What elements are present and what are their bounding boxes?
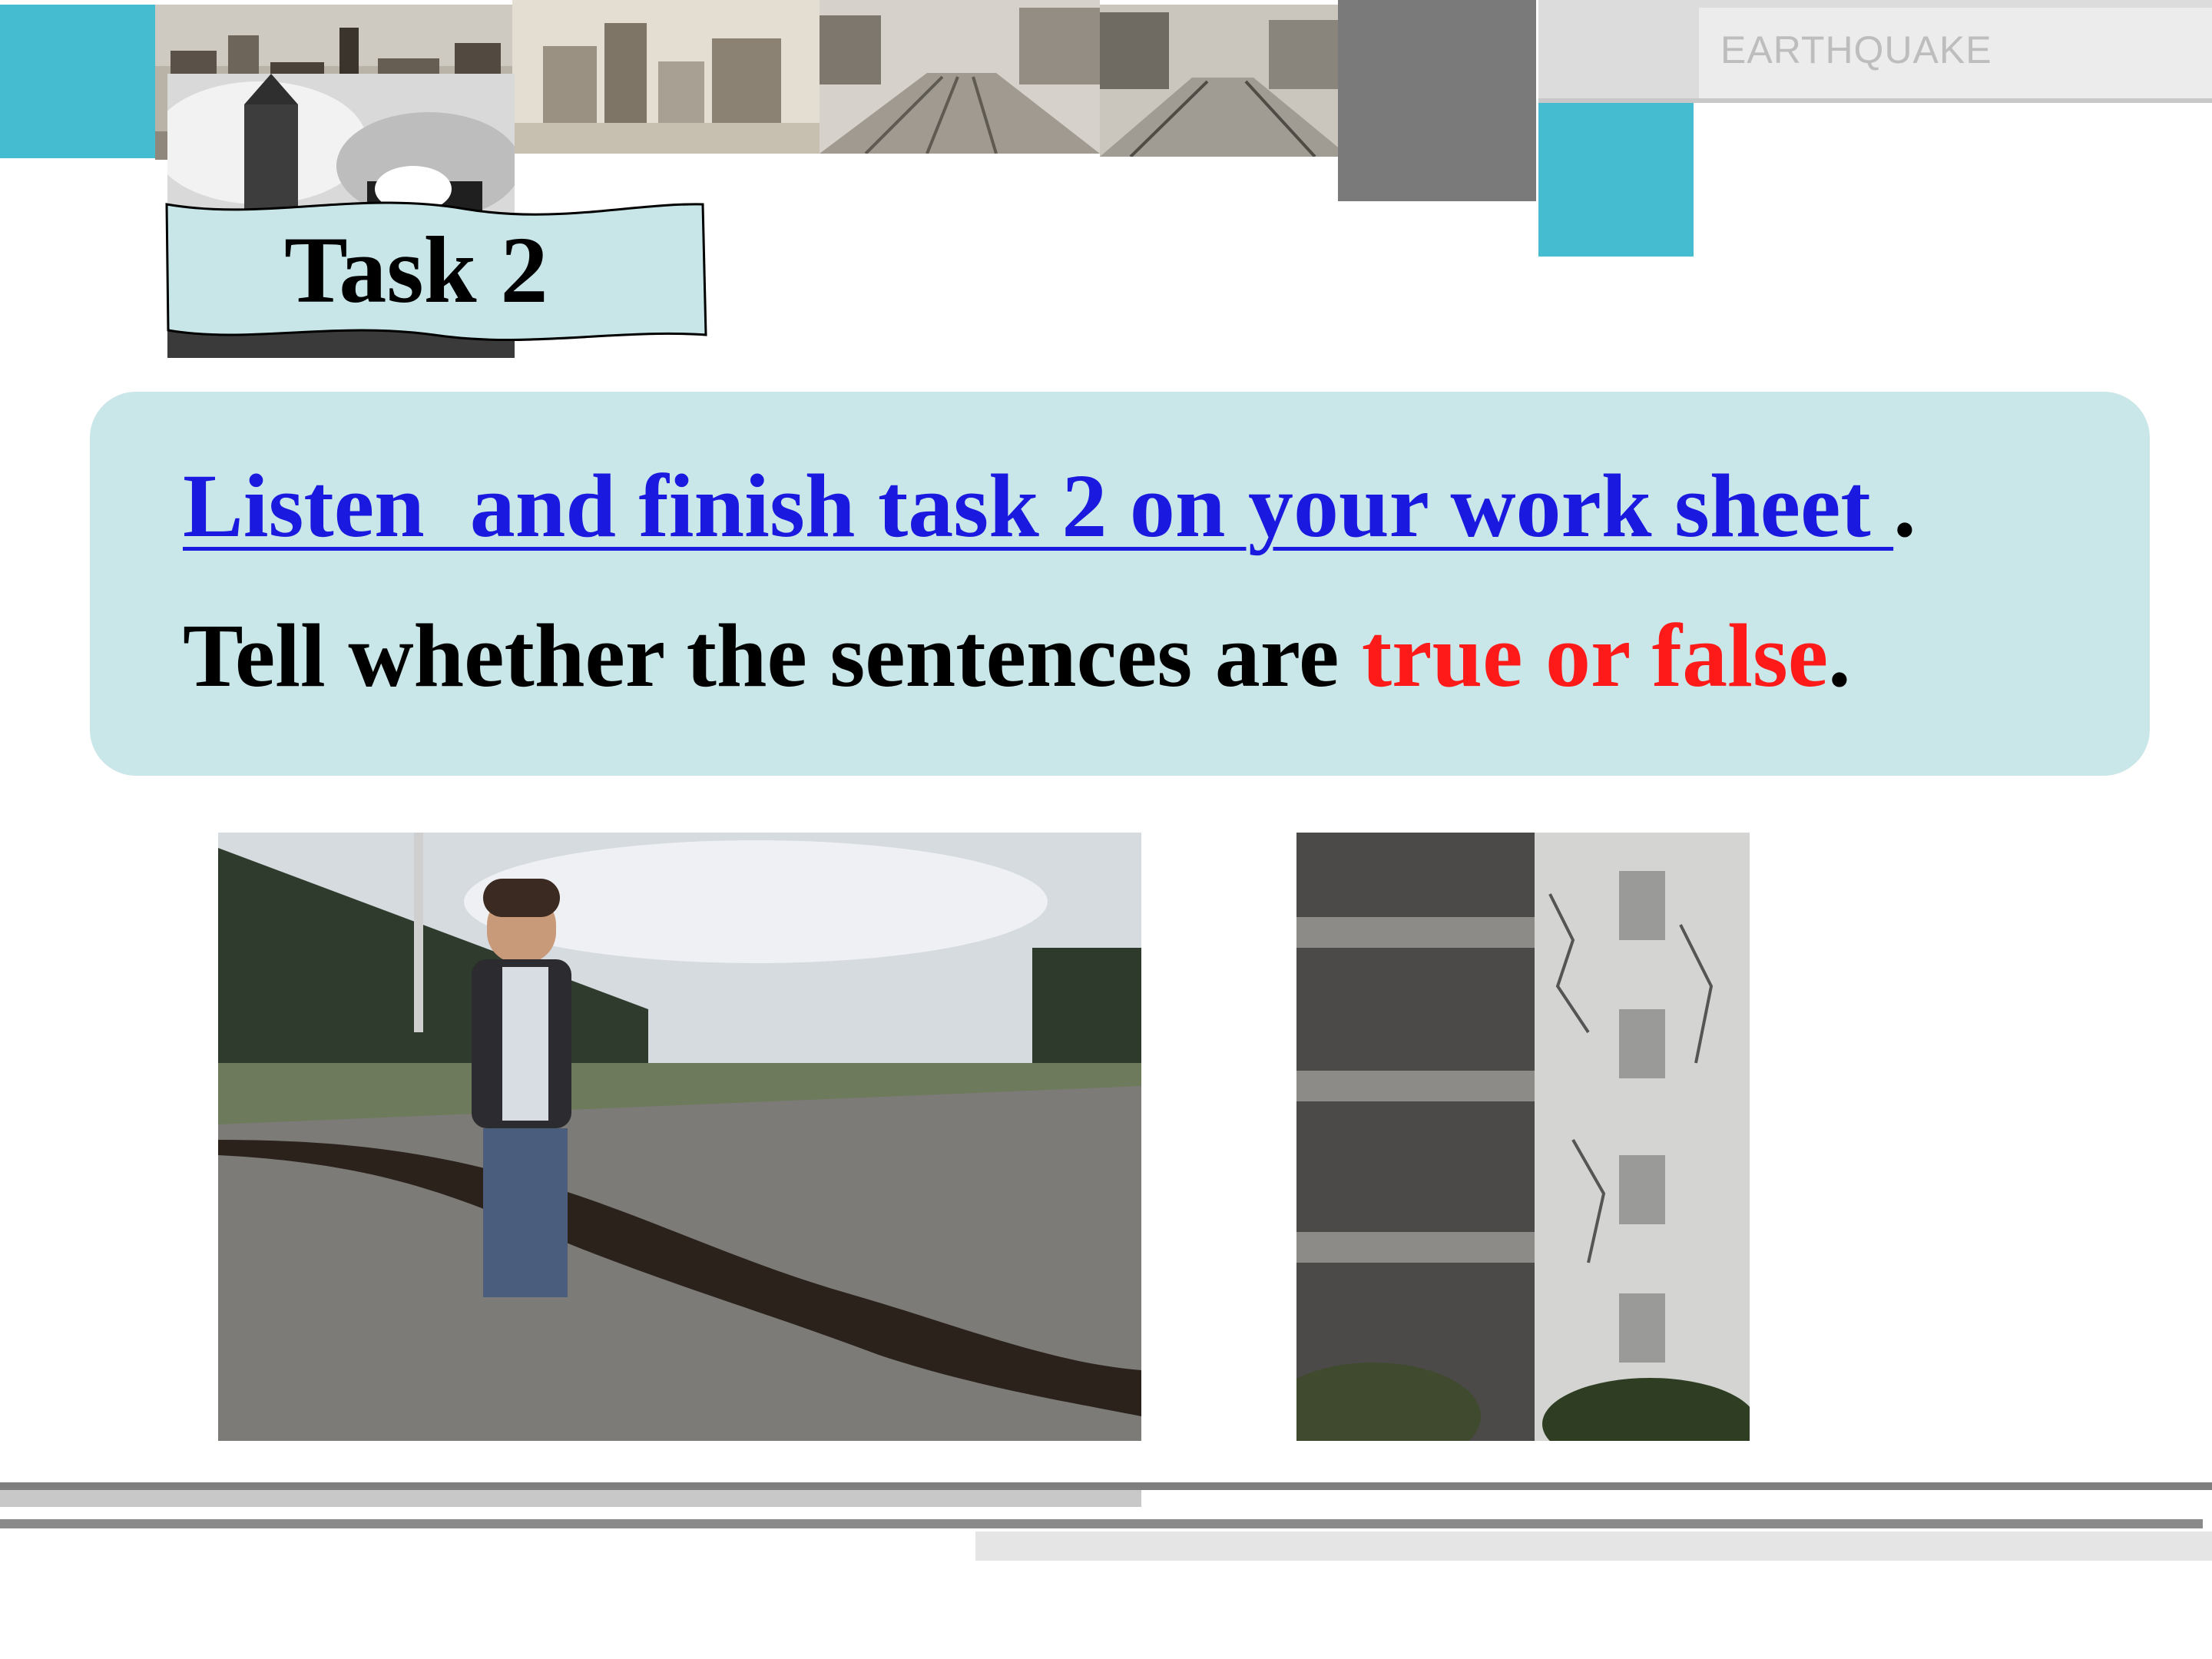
collapsed-building-photo: [1296, 833, 1750, 1441]
ruined-street-photo: [1100, 5, 1349, 157]
ruined-buildings-photo: [512, 0, 820, 154]
line2-text: Tell whether the sentences are: [183, 605, 1362, 706]
instruction-line-2: Tell whether the sentences are true or f…: [183, 611, 1851, 701]
broken-street-photo: [820, 0, 1100, 154]
line1-period: .: [1893, 455, 1916, 556]
topic-label: EARTHQUAKE: [1720, 28, 1992, 71]
footer-rule-dark: [0, 1482, 2212, 1490]
teal-accent-block-right: [1538, 103, 1694, 257]
instruction-line-1: Listen and finish task 2 on your work sh…: [183, 461, 1916, 551]
task-title: Task 2: [284, 217, 548, 323]
teal-accent-block: [0, 5, 155, 158]
worksheet-link[interactable]: Listen and finish task 2 on your work sh…: [183, 455, 1893, 556]
footer-rule-pale: [975, 1532, 2212, 1561]
gray-accent-block: [1338, 0, 1536, 201]
true-false-highlight: true or false: [1361, 605, 1829, 706]
footer-rule-dark-2: [0, 1519, 2203, 1528]
line2-period: .: [1828, 605, 1851, 706]
road-crack-boy-photo: [218, 833, 1141, 1441]
instruction-panel: [90, 392, 2150, 776]
